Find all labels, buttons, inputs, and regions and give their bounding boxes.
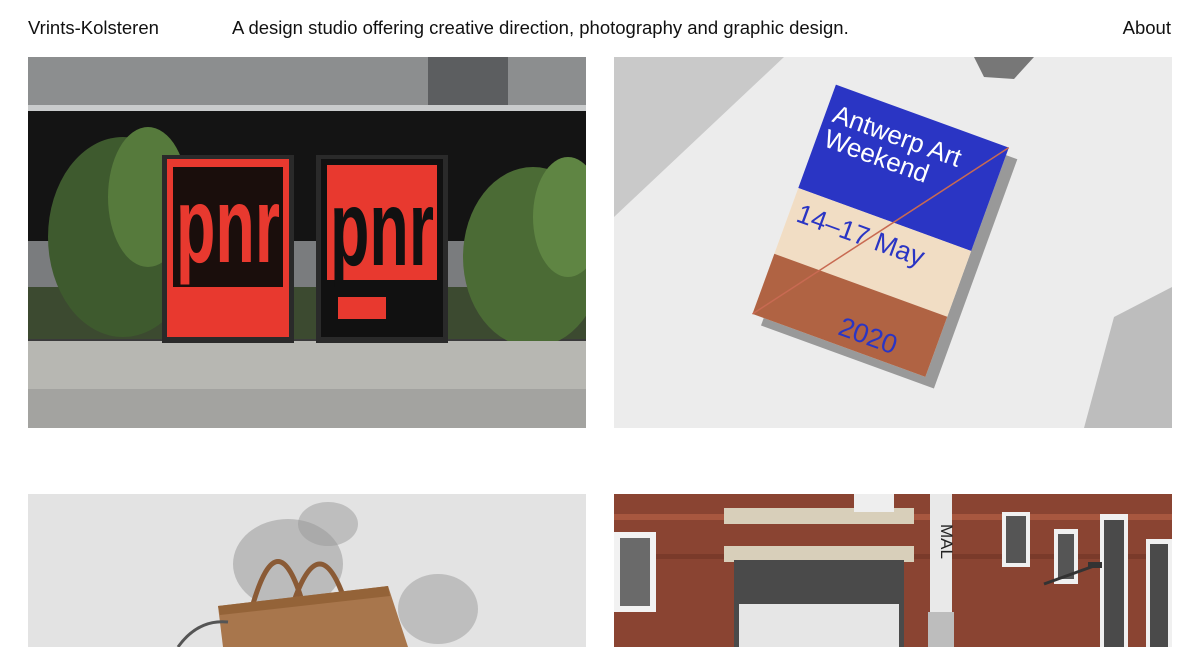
brick-building-photo: MAL: [614, 494, 1172, 647]
paper-bag-photo: [28, 494, 586, 647]
poster-text-1: pnr: [176, 164, 280, 285]
project-tile-antwerp-art-weekend[interactable]: Antwerp Art Weekend 14–17 May 2020: [614, 57, 1172, 428]
site-header: Vrints-Kolsteren A design studio offerin…: [0, 0, 1200, 56]
project-tile-brick-building[interactable]: MAL: [614, 494, 1172, 647]
book-photo: Antwerp Art Weekend 14–17 May 2020: [614, 57, 1172, 428]
poster-text-2: pnr: [330, 167, 434, 288]
sign-text: MAL: [937, 524, 956, 559]
project-tile-paper-bag[interactable]: [28, 494, 586, 647]
studio-tagline: A design studio offering creative direct…: [232, 17, 849, 38]
posters-photo: pnr pnr: [28, 57, 586, 428]
brand-link[interactable]: Vrints-Kolsteren: [28, 17, 159, 39]
about-link[interactable]: About: [1123, 17, 1171, 39]
project-tile-posters[interactable]: pnr pnr: [28, 57, 586, 428]
